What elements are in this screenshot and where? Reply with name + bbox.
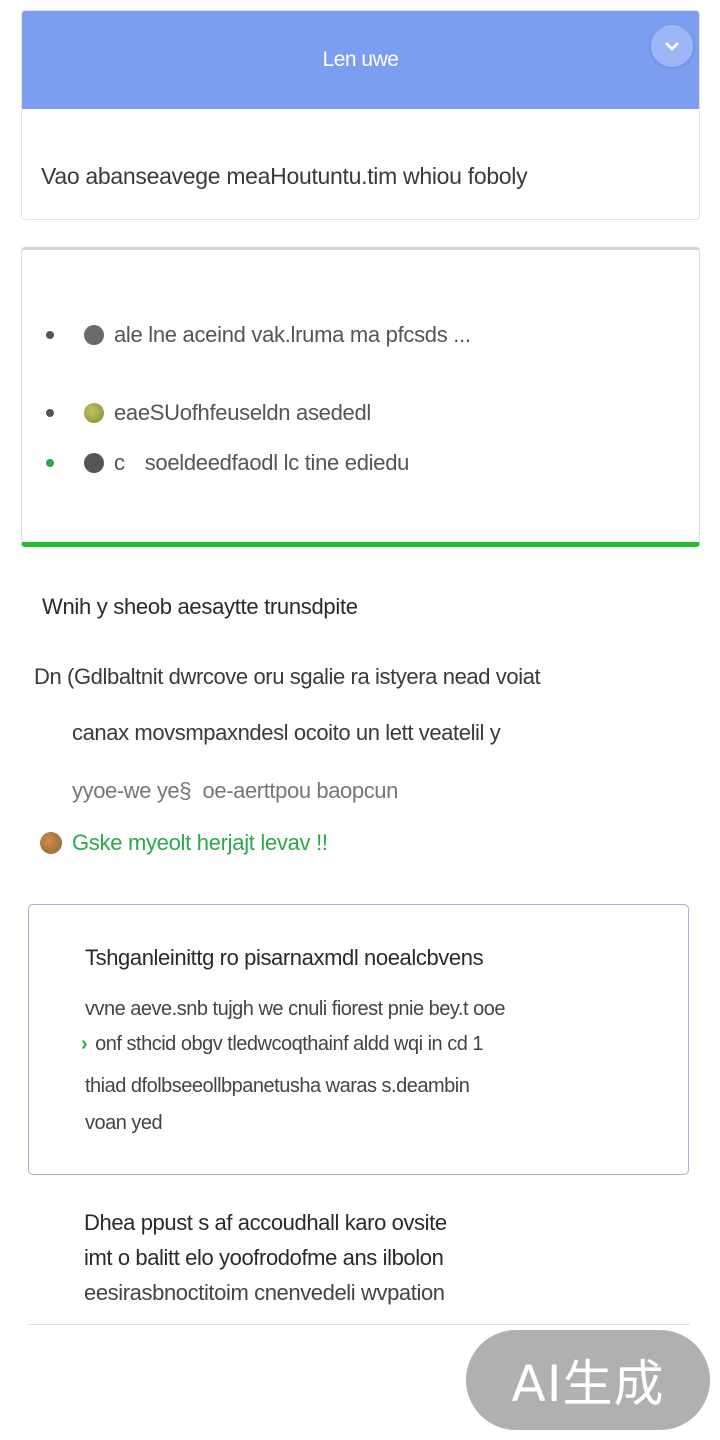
list-item-prefix: c	[114, 450, 125, 475]
list-item-label: soeldeedfaodl lc tine ediedu	[144, 450, 410, 475]
dark-circle-icon	[84, 453, 104, 473]
list-item[interactable]: eaeSUofhfeuseldn asededl	[46, 400, 371, 426]
list-item-label: eaeSUofhfeuseldn asededl	[114, 400, 372, 425]
paragraph-line: yyoe-we ye§ oe-aerttpou baopcun	[72, 778, 398, 803]
info-card-line: voan yed	[85, 1112, 163, 1134]
status-text: Gske myeolt herjajt levav !!	[72, 830, 328, 855]
paragraph-line: Dn (Gdlbaltnit dwrcove oru sgalie ra ist…	[34, 664, 541, 689]
footer-paragraph-line: Dhea ppust s af accoudhall karo ovsite	[84, 1210, 447, 1235]
gray-circle-icon	[84, 325, 104, 345]
ai-generated-watermark: AI生成	[466, 1330, 710, 1430]
paragraph-line: canax movsmpaxndesl ocoito un lett veate…	[72, 720, 501, 745]
list-item[interactable]: c soeldeedfaodl lc tine ediedu	[46, 450, 409, 476]
list-item-label: ale lne aceind vak.lruma ma pfcsds ...	[114, 322, 471, 347]
footer-paragraph-line: eesirasbnoctitoim cnenvedeli wvpation	[84, 1280, 445, 1305]
collapse-button[interactable]	[651, 25, 693, 67]
info-card: Tshganleinittg ro pisarnaxmdl noealcbven…	[28, 904, 689, 1175]
bullet-dot	[46, 331, 54, 339]
footer-paragraph-line: imt o balitt elo yoofrodofme ans ilbolon	[84, 1245, 444, 1270]
info-card-line-text: onf sthcid obgv tledwcoqthainf aldd wqi …	[95, 1033, 484, 1055]
bullet-dot	[46, 459, 54, 467]
bullet-dot	[46, 409, 54, 417]
olive-circle-icon	[84, 403, 104, 423]
chevron-down-icon	[664, 36, 680, 57]
info-card-title: Tshganleinittg ro pisarnaxmdl noealcbven…	[85, 945, 484, 970]
info-card-line: vvne aeve.snb tujgh we cnuli fiorest pni…	[85, 998, 505, 1020]
header-card: Len uwe Vao abanseavege meaHoutuntu.tim …	[21, 10, 700, 220]
header-description: Vao abanseavege meaHoutuntu.tim whiou fo…	[41, 163, 528, 189]
status-icon	[40, 832, 62, 854]
section-heading: Wnih y sheob aesaytte trunsdpite	[42, 594, 358, 619]
header-bar: Len uwe	[22, 11, 699, 109]
header-title: Len uwe	[322, 48, 399, 71]
list-item[interactable]: ale lne aceind vak.lruma ma pfcsds ...	[46, 322, 471, 348]
marker-icon: ›	[81, 1033, 88, 1055]
info-card-line: › onf sthcid obgv tledwcoqthainf aldd wqi…	[81, 1033, 484, 1056]
watermark-text: AI生成	[511, 1355, 665, 1413]
status-message: Gske myeolt herjajt levav !!	[40, 830, 328, 856]
divider	[28, 1324, 690, 1325]
bullet-list-card: ale lne aceind vak.lruma ma pfcsds ... e…	[21, 247, 700, 547]
info-card-line: thiad dfolbseeollbpanetusha waras s.deam…	[85, 1075, 470, 1097]
